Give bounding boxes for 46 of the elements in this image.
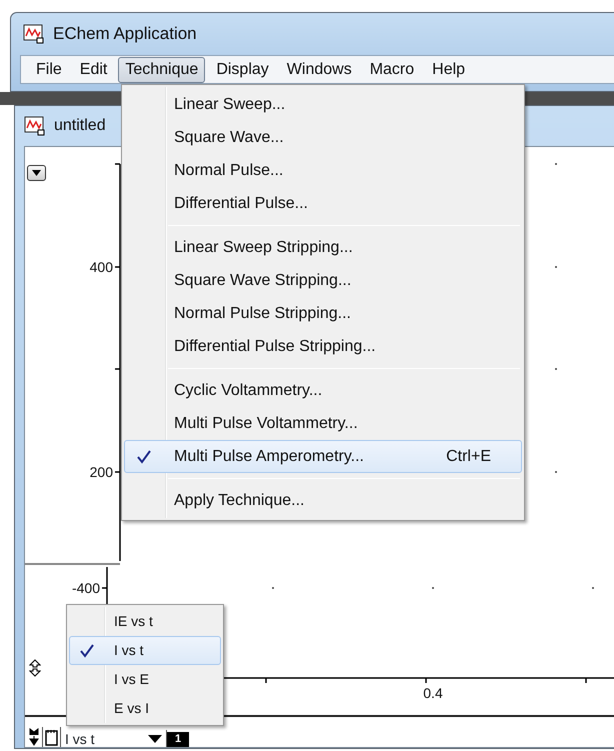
grid-dot <box>432 587 434 589</box>
page-number[interactable]: 1 <box>167 732 189 747</box>
menu-item[interactable]: Macro <box>362 56 422 82</box>
tick-label: -400 <box>72 580 100 596</box>
tick-label: 0.4 <box>423 685 443 701</box>
menu-item[interactable]: IE vs t <box>69 607 221 636</box>
shortcut-label: Ctrl+E <box>446 446 491 466</box>
menu-item[interactable]: File <box>29 56 69 82</box>
grid-dot <box>555 471 557 473</box>
menu-item[interactable]: Normal Pulse Stripping... <box>124 297 522 330</box>
menu-item[interactable]: Differential Pulse... <box>124 187 522 220</box>
plot-options-button[interactable] <box>27 165 46 181</box>
menu-item[interactable]: Display <box>209 56 276 82</box>
notepad-icon <box>45 728 58 746</box>
resize-icon[interactable] <box>29 659 41 677</box>
document-title: untitled <box>54 116 106 136</box>
window-title: EChem Application <box>53 23 197 46</box>
caret-icon <box>148 734 162 742</box>
menu-item[interactable]: E vs I <box>69 694 221 723</box>
menu-item[interactable]: Edit <box>72 56 114 82</box>
grid-dot <box>592 587 594 589</box>
grid-dot <box>555 266 557 268</box>
document-icon <box>24 116 46 136</box>
menu-item[interactable]: Multi Pulse Amperometry... Ctrl+E <box>124 440 522 473</box>
menu-item[interactable]: Cyclic Voltammetry... <box>124 374 522 407</box>
caret-icon <box>32 170 41 176</box>
menu-item[interactable]: Linear Sweep... <box>124 88 522 121</box>
menu-item[interactable]: Multi Pulse Voltammetry... <box>124 407 522 440</box>
menu-item[interactable]: Apply Technique... <box>124 484 522 517</box>
grid-dot <box>272 587 274 589</box>
menu-item[interactable]: I vs E <box>69 665 221 694</box>
menu-item[interactable]: Linear Sweep Stripping... <box>124 231 522 264</box>
menu-item[interactable]: Help <box>425 56 472 82</box>
grid-dot <box>555 163 557 165</box>
menu-item[interactable]: I vs t <box>69 636 221 665</box>
menu-item[interactable]: Square Wave Stripping... <box>124 264 522 297</box>
menu-item[interactable]: Windows <box>280 56 359 82</box>
menu-item[interactable]: Square Wave... <box>124 121 522 154</box>
grid-dot <box>555 368 557 370</box>
tick-label: 200 <box>90 464 113 480</box>
menu-item[interactable]: Differential Pulse Stripping... <box>124 330 522 363</box>
menu-item[interactable]: Technique <box>118 56 206 82</box>
menu-item[interactable]: Normal Pulse... <box>124 154 522 187</box>
marker-down-icon <box>28 728 40 746</box>
app-icon <box>23 24 45 44</box>
tick-label: 400 <box>90 259 113 275</box>
